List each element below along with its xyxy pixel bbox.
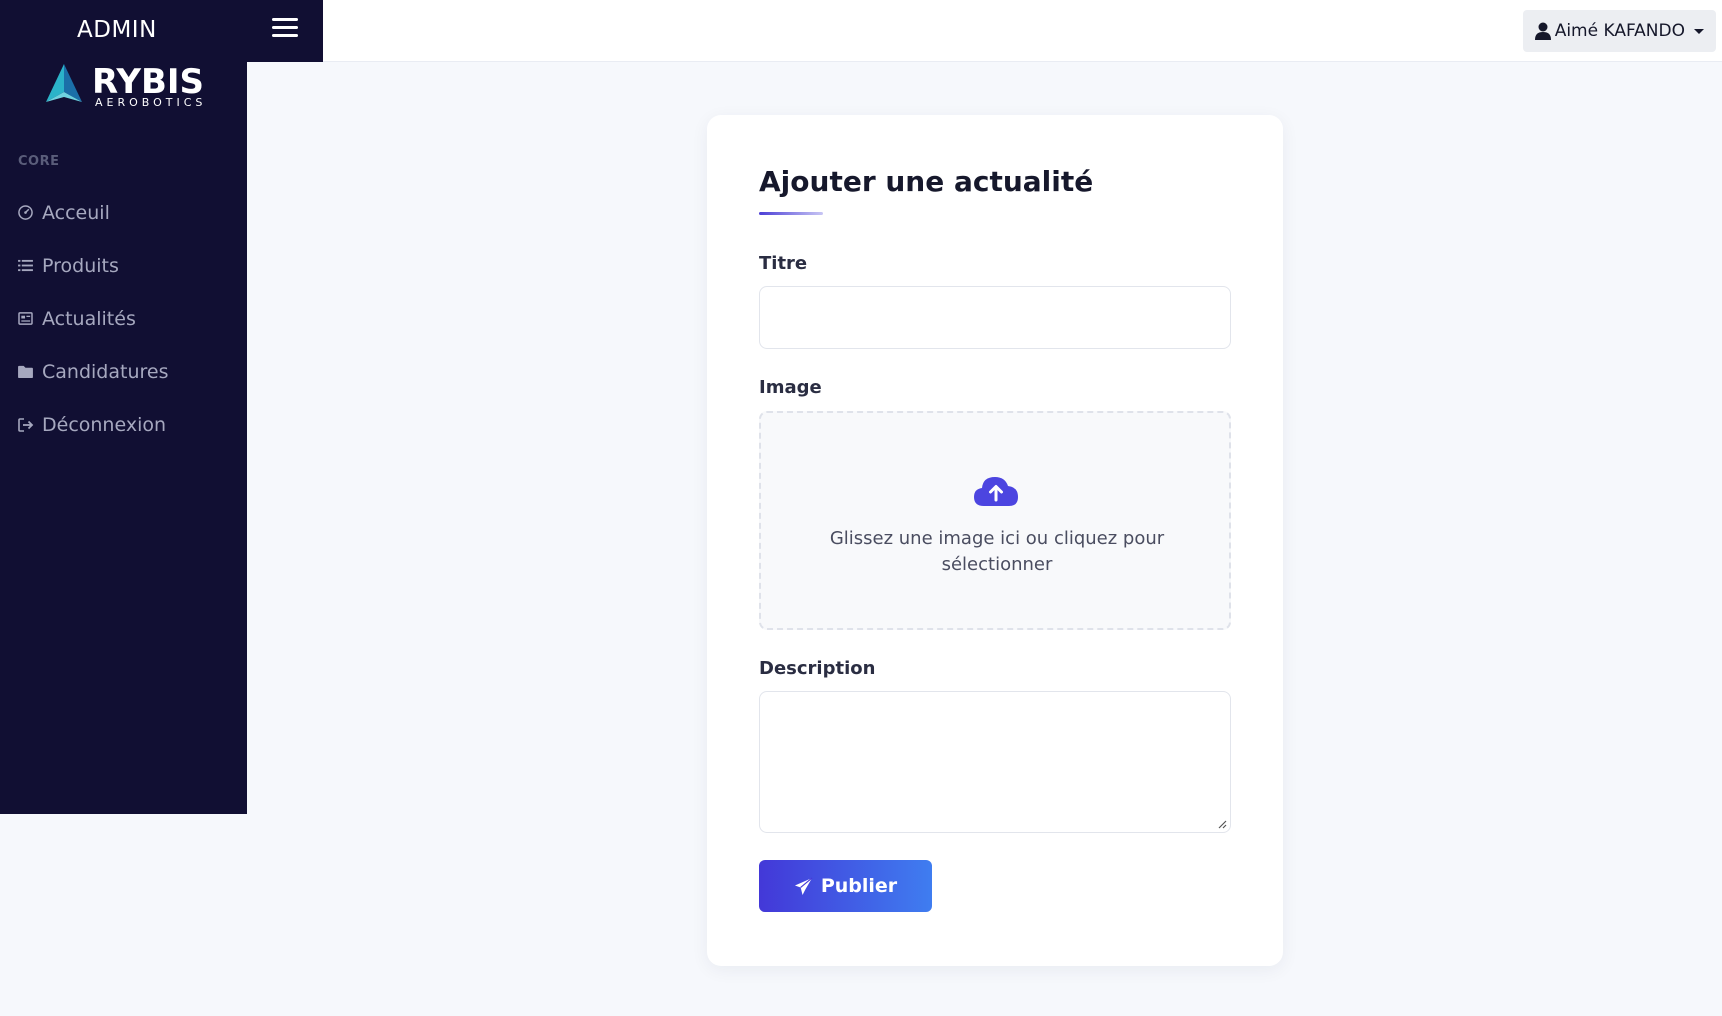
news-form-card: Ajouter une actualité Titre Image Glisse… [707,115,1283,966]
publish-button-label: Publier [820,875,898,897]
resize-grip-icon[interactable] [1217,819,1227,829]
newspaper-icon [17,310,34,327]
sidebar-item-label: Candidatures [42,360,169,383]
title-input[interactable] [759,286,1231,349]
sidebar-item-actualites[interactable]: Actualités [0,292,247,345]
title-label: Titre [759,253,808,274]
publish-button[interactable]: Publier [759,860,932,912]
title-underline [759,212,823,215]
sidebar-nav: Acceuil Produits Actualités Candidatures… [0,186,247,451]
page-title: Ajouter une actualité [759,165,1094,198]
brand-area: ADMIN [0,0,323,62]
top-navbar: ADMIN Aimé KAFANDO [0,0,1722,62]
dropzone-hint: Glissez une image ici ou cliquez pour sé… [829,528,1165,575]
cloud-upload-icon [974,477,1018,506]
sidebar-item-label: Produits [42,254,119,277]
logo-mark-icon [46,64,82,102]
sidebar-item-acceuil[interactable]: Acceuil [0,186,247,239]
sidebar-item-produits[interactable]: Produits [0,239,247,292]
sidebar-item-candidatures[interactable]: Candidatures [0,345,247,398]
image-dropzone[interactable]: Glissez une image ici ou cliquez pour sé… [759,411,1231,630]
sidebar-item-label: Actualités [42,307,136,330]
chevron-down-icon [1694,28,1704,34]
sidebar-item-label: Acceuil [42,201,110,224]
sidebar-section-heading: CORE [18,154,60,169]
description-label: Description [759,658,876,679]
user-name: Aimé KAFANDO [1554,21,1685,41]
folder-icon [17,363,34,380]
brand-title[interactable]: ADMIN [77,17,157,43]
logout-icon [17,416,34,433]
sidebar-item-label: Déconnexion [42,413,167,436]
user-dropdown[interactable]: Aimé KAFANDO [1522,10,1716,52]
sidebar: RYBIS AEROBOTICS CORE Acceuil Produits A… [0,62,247,814]
image-label: Image [759,377,822,398]
menu-toggle-icon[interactable] [272,18,298,40]
logo-subtitle: AEROBOTICS [95,96,207,109]
description-textarea[interactable] [759,691,1231,833]
sidebar-item-deconnexion[interactable]: Déconnexion [0,398,247,451]
user-icon [1534,22,1551,40]
list-icon [17,257,34,274]
company-logo: RYBIS AEROBOTICS [40,62,220,110]
dashboard-icon [17,204,34,221]
paper-plane-icon [794,877,813,895]
